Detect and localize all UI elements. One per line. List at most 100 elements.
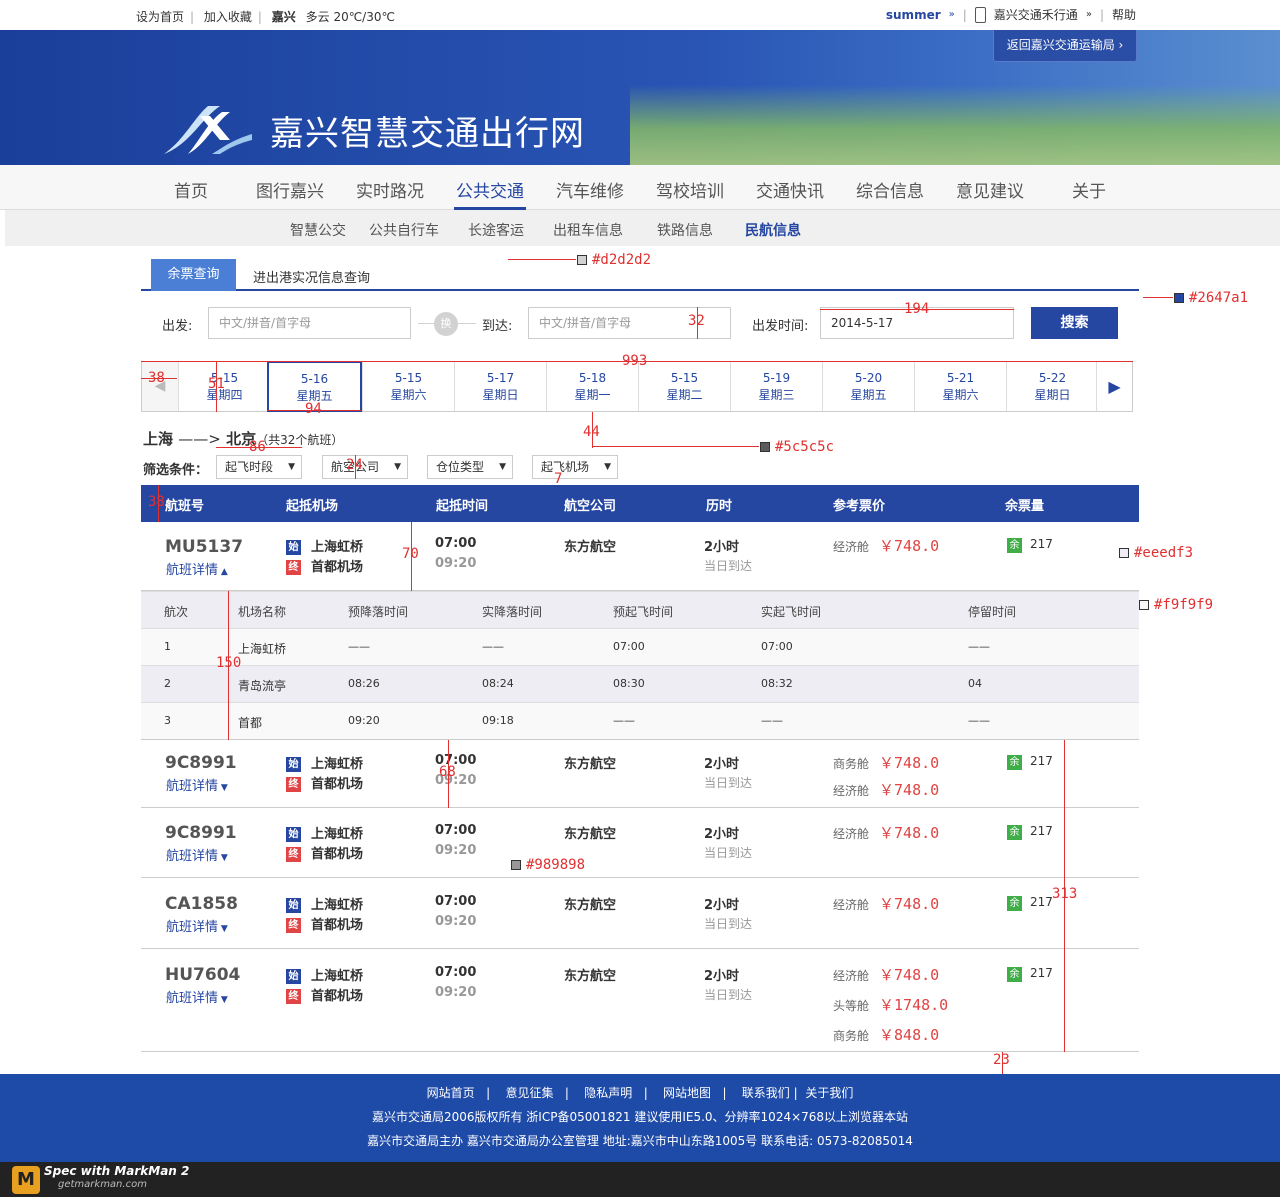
col-seats: 余票量 bbox=[1005, 499, 1045, 514]
stopover-table: 航次 机场名称 预降落时间 实降落时间 预起飞时间 实起飞时间 停留时间 1 上… bbox=[141, 591, 1139, 740]
date-item[interactable]: 5-15 星期六 bbox=[362, 362, 454, 411]
measure-label: 51 bbox=[208, 376, 225, 392]
filter-label: 筛选条件： bbox=[143, 463, 209, 478]
arr-tag-icon: 终 bbox=[286, 777, 301, 792]
date-item[interactable]: 5-15 星期二 bbox=[638, 362, 730, 411]
help-link[interactable]: 帮助 bbox=[1112, 6, 1136, 23]
site-title: 嘉兴智慧交通出行网 bbox=[270, 114, 585, 154]
date-item[interactable]: 5-19 星期三 bbox=[730, 362, 822, 411]
flight-detail-toggle[interactable]: 航班详情 ▼ bbox=[166, 775, 228, 794]
flight-number: MU5137 bbox=[165, 537, 244, 557]
dep-tag-icon: 始 bbox=[286, 827, 301, 842]
flight-detail-toggle[interactable]: 航班详情 ▼ bbox=[166, 987, 228, 1006]
airline: 东方航空 bbox=[564, 898, 617, 913]
price: 经济舱 ￥748.0 bbox=[833, 895, 940, 913]
annotation-leader bbox=[1143, 297, 1173, 298]
color-annotation: #2647a1 bbox=[1174, 290, 1248, 306]
flight-number: 9C8991 bbox=[165, 823, 237, 843]
footer-link-about[interactable]: 关于我们 bbox=[805, 1086, 853, 1100]
annotation-leader bbox=[593, 446, 759, 447]
arr-airport: 首都机场 bbox=[311, 560, 364, 575]
dep-airport: 上海虹桥 bbox=[311, 827, 364, 842]
measure-label: 38 bbox=[148, 494, 165, 510]
subnav-item-rail[interactable]: 铁路信息 bbox=[657, 220, 713, 240]
nav-item-map[interactable]: 图行嘉兴 bbox=[256, 177, 324, 202]
tab-airport-status[interactable]: 进出港实况信息查询 bbox=[253, 267, 370, 286]
app-link[interactable]: 嘉兴交通禾行通 bbox=[994, 6, 1078, 23]
site-logo[interactable] bbox=[160, 100, 252, 156]
seat-count: 余 217 bbox=[1007, 966, 1053, 982]
subnav-item-taxi[interactable]: 出租车信息 bbox=[553, 220, 623, 240]
caret-down-icon: ▼ bbox=[218, 995, 228, 1005]
date-item[interactable]: 5-21 星期六 bbox=[914, 362, 1006, 411]
price: 经济舱 ￥748.0 bbox=[833, 537, 940, 555]
filter-airport[interactable]: 起飞机场 ▼ bbox=[532, 455, 618, 479]
nav-item-feedback[interactable]: 意见建议 bbox=[956, 177, 1024, 202]
footer-link-privacy[interactable]: 隐私声明 bbox=[584, 1086, 632, 1100]
flight-number: CA1858 bbox=[165, 894, 238, 914]
date-item[interactable]: 5-20 星期五 bbox=[822, 362, 914, 411]
seat-tag-icon: 余 bbox=[1007, 538, 1022, 553]
filter-cabin[interactable]: 仓位类型 ▼ bbox=[427, 455, 513, 479]
filter-airline[interactable]: 航空公司▼ bbox=[322, 455, 408, 479]
search-button[interactable]: 搜索 bbox=[1031, 307, 1118, 339]
subnav-item-bus[interactable]: 智慧公交 bbox=[290, 220, 346, 240]
duration: 2小时 bbox=[704, 827, 740, 842]
dep-time: 07:00 bbox=[435, 823, 477, 838]
measure-label: 993 bbox=[622, 353, 648, 369]
nav-item-traffic[interactable]: 实时路况 bbox=[356, 177, 424, 202]
flight-row[interactable]: CA1858 航班详情 ▼ 始上海虹桥 终首都机场 07:00 09:20 东方… bbox=[141, 878, 1139, 949]
from-input[interactable]: 中文/拼音/首字母 bbox=[208, 307, 411, 339]
set-home-link[interactable]: 设为首页 bbox=[136, 10, 184, 24]
footer-links: 网站首页 | 意见征集 | 隐私声明 | 网站地图 | 联系我们 | 关于我们 bbox=[426, 1086, 854, 1100]
dep-airport: 上海虹桥 bbox=[311, 757, 364, 772]
nav-item-info[interactable]: 综合信息 bbox=[856, 177, 924, 202]
user-link[interactable]: summer bbox=[886, 8, 941, 22]
dep-time: 07:00 bbox=[435, 894, 477, 909]
arr-airport: 首都机场 bbox=[311, 847, 364, 862]
nav-item-public-transport[interactable]: 公共交通 bbox=[456, 177, 524, 202]
footer-link-feedback[interactable]: 意见征集 bbox=[505, 1086, 553, 1100]
filter-departure-time[interactable]: 起飞时段 ▼ bbox=[216, 455, 302, 479]
measure-label: 86 bbox=[249, 439, 266, 455]
tab-ticket-query[interactable]: 余票查询 bbox=[151, 259, 236, 291]
date-item[interactable]: 5-17 星期日 bbox=[454, 362, 546, 411]
swap-button[interactable]: 换 bbox=[434, 312, 458, 336]
arrival-note: 当日到达 bbox=[704, 559, 753, 573]
arrival-note: 当日到达 bbox=[704, 776, 753, 790]
flight-detail-toggle[interactable]: 航班详情 ▼ bbox=[166, 916, 228, 935]
date-item[interactable]: 5-18 星期一 bbox=[546, 362, 638, 411]
flight-detail-toggle[interactable]: 航班详情 ▼ bbox=[166, 845, 228, 864]
subnav-item-flight[interactable]: 民航信息 bbox=[745, 220, 801, 240]
arr-time: 09:20 bbox=[435, 914, 477, 929]
measure-label: 32 bbox=[688, 313, 705, 329]
nav-item-about[interactable]: 关于 bbox=[1072, 177, 1106, 202]
seat-tag-icon: 余 bbox=[1007, 755, 1022, 770]
flight-row[interactable]: 9C8991 航班详情 ▼ 始上海虹桥 终首都机场 07:00 09:20 东方… bbox=[141, 808, 1139, 878]
back-to-bureau-button[interactable]: 返回嘉兴交通运输局 › bbox=[993, 30, 1137, 62]
date-item[interactable]: 5-22 星期日 bbox=[1006, 362, 1098, 411]
caret-up-icon: ▲ bbox=[218, 567, 228, 577]
subnav-item-coach[interactable]: 长途客运 bbox=[468, 220, 524, 240]
footer-link-sitemap[interactable]: 网站地图 bbox=[663, 1086, 711, 1100]
nav-item-home[interactable]: 首页 bbox=[174, 177, 208, 202]
col-times: 起抵时间 bbox=[436, 499, 489, 514]
flight-row[interactable]: MU5137 航班详情 ▲ 始上海虹桥 终首都机场 07:00 09:20 东方… bbox=[141, 522, 1139, 591]
nav-item-driving-school[interactable]: 驾校培训 bbox=[656, 177, 724, 202]
flight-row[interactable]: HU7604 航班详情 ▼ 始上海虹桥 终首都机场 07:00 09:20 东方… bbox=[141, 949, 1139, 1052]
footer-link-home[interactable]: 网站首页 bbox=[427, 1086, 475, 1100]
next-date-icon[interactable]: ▶ bbox=[1096, 362, 1132, 411]
subnav-item-bike[interactable]: 公共自行车 bbox=[369, 220, 439, 240]
seat-tag-icon: 余 bbox=[1007, 967, 1022, 982]
favorite-link[interactable]: 加入收藏 bbox=[204, 10, 252, 24]
flight-row[interactable]: 9C8991 航班详情 ▼ 始上海虹桥 终首都机场 07:00 09:20 东方… bbox=[141, 740, 1139, 808]
nav-item-news[interactable]: 交通快讯 bbox=[756, 177, 824, 202]
airline: 东方航空 bbox=[564, 757, 617, 772]
flight-detail-toggle[interactable]: 航班详情 ▲ bbox=[166, 559, 228, 578]
col-duration: 历时 bbox=[706, 499, 733, 514]
footer-link-contact[interactable]: 联系我们 bbox=[742, 1086, 790, 1100]
nav-item-car-repair[interactable]: 汽车维修 bbox=[556, 177, 624, 202]
phone-icon bbox=[974, 6, 986, 23]
markman-logo: M bbox=[12, 1166, 40, 1194]
seat-tag-icon: 余 bbox=[1007, 825, 1022, 840]
